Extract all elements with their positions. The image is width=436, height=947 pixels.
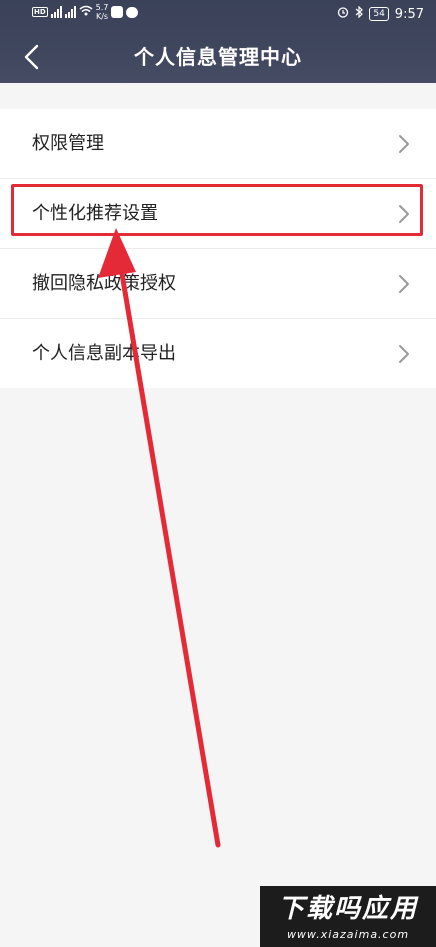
app-notification-icon <box>111 6 124 18</box>
chat-notification-icon <box>126 6 139 18</box>
network-speed-value: 5.7 <box>95 3 109 12</box>
network-speed: 5.7 K/s <box>96 3 109 21</box>
page-title: 个人信息管理中心 <box>134 45 302 69</box>
menu-item-revoke-privacy[interactable]: 撤回隐私政策授权 <box>0 249 436 319</box>
watermark-title: 下载吗应用 <box>277 894 418 924</box>
chevron-right-icon <box>399 345 409 363</box>
signal-icon-2 <box>64 6 76 18</box>
network-speed-unit: K/s <box>95 12 109 21</box>
menu-item-label: 个性化推荐设置 <box>32 203 158 224</box>
wifi-icon <box>79 5 93 19</box>
watermark-url: www.xiazaima.com <box>286 928 410 941</box>
menu-item-permissions[interactable]: 权限管理 <box>0 109 436 179</box>
alarm-icon <box>337 6 349 22</box>
watermark-logo: 下载吗应用 www.xiazaima.com <box>260 886 436 947</box>
bluetooth-icon <box>355 5 364 22</box>
menu-item-label: 个人信息副本导出 <box>32 343 176 364</box>
menu-item-label: 权限管理 <box>32 133 104 154</box>
menu-item-personalized-recommendation[interactable]: 个性化推荐设置 <box>0 179 436 249</box>
status-bar: HD 5.7 K/s 54 9:57 <box>0 0 436 30</box>
chevron-right-icon <box>399 205 409 223</box>
menu-item-export-data[interactable]: 个人信息副本导出 <box>0 319 436 388</box>
hd-icon: HD <box>32 7 48 17</box>
status-bar-left: HD 5.7 K/s <box>32 3 139 21</box>
clock: 9:57 <box>394 6 424 22</box>
battery-indicator: 54 <box>369 7 389 21</box>
chevron-right-icon <box>399 275 409 293</box>
signal-icon <box>50 6 62 18</box>
menu-item-label: 撤回隐私政策授权 <box>32 273 176 294</box>
status-bar-right: 54 9:57 <box>337 5 424 22</box>
app-header: HD 5.7 K/s 54 9:57 个人信息管理中心 <box>0 0 436 83</box>
chevron-right-icon <box>399 135 409 153</box>
settings-list: 权限管理 个性化推荐设置 撤回隐私政策授权 个人信息副本导出 <box>0 109 436 388</box>
